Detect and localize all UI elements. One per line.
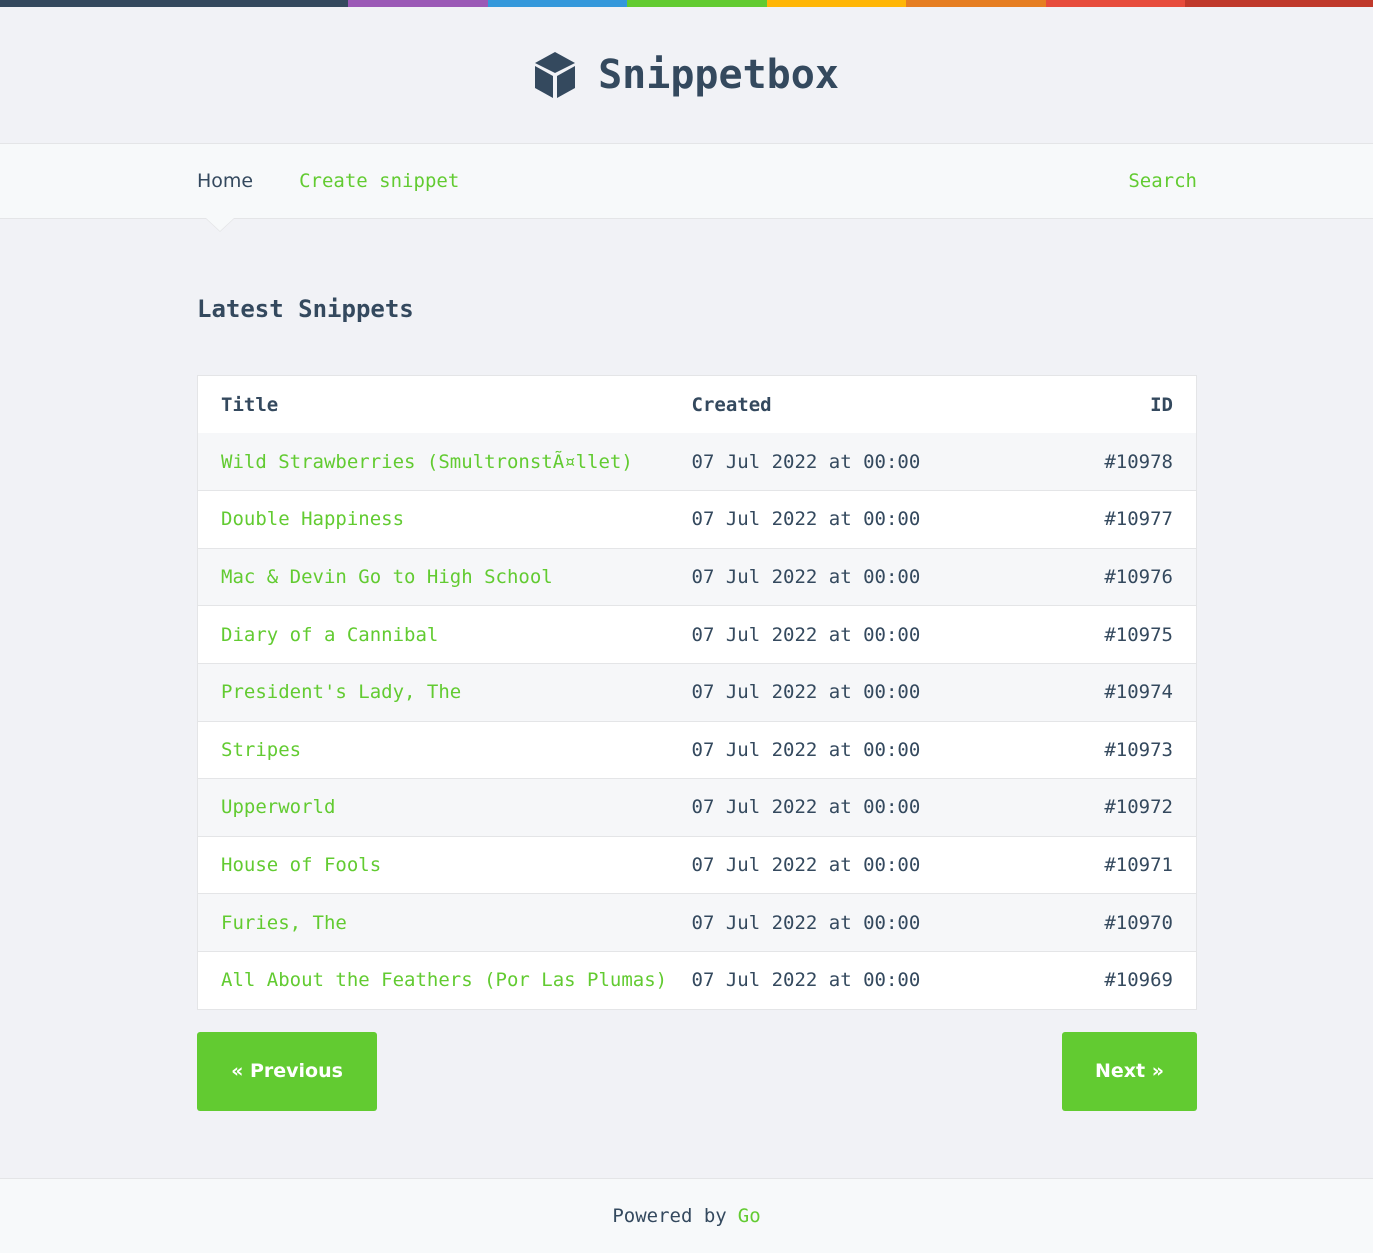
footer-go-link[interactable]: Go [738,1205,761,1227]
snippet-title-link[interactable]: Furies, The [221,912,347,934]
snippet-created-cell: 07 Jul 2022 at 00:00 [691,662,1047,722]
table-row: Stripes 07 Jul 2022 at 00:00 #10973 [197,720,1197,779]
snippet-created-cell: 07 Jul 2022 at 00:00 [691,720,1047,779]
column-header-title: Title [197,375,692,434]
column-header-created: Created [691,375,1047,434]
snippet-title-cell: Wild Strawberries (SmultronstÃ¤llet) [197,433,692,491]
snippet-title-link[interactable]: House of Fools [221,854,381,876]
table-row: Upperworld 07 Jul 2022 at 00:00 #10972 [197,778,1197,837]
column-header-id: ID [1046,375,1197,434]
snippet-created-cell: 07 Jul 2022 at 00:00 [691,605,1047,664]
pagination: « Previous Next » [197,1031,1197,1111]
app-title: Snippetbox [598,52,839,98]
main-content: Latest Snippets Title Created ID Wild St… [197,219,1197,1111]
snippet-title-cell: Double Happiness [197,490,692,549]
table-row: Diary of a Cannibal 07 Jul 2022 at 00:00 #… [197,605,1197,664]
table-row: Mac & Devin Go to High School 07 Jul 2022… [197,547,1197,606]
table-row: President's Lady, The 07 Jul 2022 at 00:0… [197,662,1197,722]
snippet-title-link[interactable]: Mac & Devin Go to High School [221,566,553,588]
page-title: Latest Snippets [197,295,414,323]
snippet-created-cell: 07 Jul 2022 at 00:00 [691,893,1047,952]
rainbow-stripe [0,0,1373,7]
snippet-title-link[interactable]: Diary of a Cannibal [221,624,438,646]
snippet-title-link[interactable]: Wild Strawberries (SmultronstÃ¤llet) [221,451,633,473]
snippet-title-cell: Mac & Devin Go to High School [197,547,692,606]
site-footer: Powered by Go [0,1178,1373,1253]
snippet-title-cell: House of Fools [197,835,692,894]
site-header: Snippetbox [0,7,1373,143]
table-row: All About the Feathers (Por Las Plumas) 0… [197,950,1197,1010]
snippet-id-cell: #10973 [1046,720,1197,779]
snippet-created-cell: 07 Jul 2022 at 00:00 [691,778,1047,837]
snippet-created-cell: 07 Jul 2022 at 00:00 [691,490,1047,549]
snippet-title-cell: President's Lady, The [197,662,692,722]
snippet-title-link[interactable]: All About the Feathers (Por Las Plumas) [221,969,667,991]
nav-create-snippet-link[interactable]: Create snippet [299,170,459,192]
snippet-title-cell: Upperworld [197,778,692,837]
cube-icon [535,52,576,98]
snippet-title-link[interactable]: Double Happiness [221,508,404,530]
previous-button[interactable]: « Previous [197,1031,377,1111]
snippet-created-cell: 07 Jul 2022 at 00:00 [691,835,1047,894]
snippet-id-cell: #10975 [1046,605,1197,664]
table-row: Furies, The 07 Jul 2022 at 00:00 #10970 [197,893,1197,952]
nav-home-link[interactable]: Home [197,170,253,192]
snippet-created-cell: 07 Jul 2022 at 00:00 [691,433,1047,491]
snippet-title-cell: Stripes [197,720,692,779]
snippet-title-cell: Diary of a Cannibal [197,605,692,664]
snippet-id-cell: #10969 [1046,950,1197,1010]
brand-link[interactable]: Snippetbox [534,51,839,99]
snippet-created-cell: 07 Jul 2022 at 00:00 [691,950,1047,1010]
table-row: House of Fools 07 Jul 2022 at 00:00 #10971 [197,835,1197,894]
main-nav: Home Create snippet Search [0,143,1373,219]
next-button[interactable]: Next » [1062,1031,1197,1111]
snippet-title-link[interactable]: Upperworld [221,796,335,818]
snippet-id-cell: #10971 [1046,835,1197,894]
snippet-id-cell: #10972 [1046,778,1197,837]
table-row: Wild Strawberries (SmultronstÃ¤llet) 07 J… [197,433,1197,491]
snippet-id-cell: #10976 [1046,547,1197,606]
snippet-id-cell: #10978 [1046,433,1197,491]
snippet-title-link[interactable]: Stripes [221,739,301,761]
snippet-title-cell: All About the Feathers (Por Las Plumas) [197,950,692,1010]
nav-search-link[interactable]: Search [1128,170,1197,192]
snippet-id-cell: #10977 [1046,490,1197,549]
snippet-created-cell: 07 Jul 2022 at 00:00 [691,547,1047,606]
table-row: Double Happiness 07 Jul 2022 at 00:00 #109… [197,490,1197,549]
snippet-id-cell: #10974 [1046,662,1197,722]
snippets-table: Title Created ID Wild Strawberries (Smul… [197,375,1197,1010]
snippet-title-cell: Furies, The [197,893,692,952]
snippet-id-cell: #10970 [1046,893,1197,952]
snippet-title-link[interactable]: President's Lady, The [221,681,461,703]
table-header-row: Title Created ID [197,375,1197,434]
footer-powered-by: Powered by [612,1205,727,1227]
